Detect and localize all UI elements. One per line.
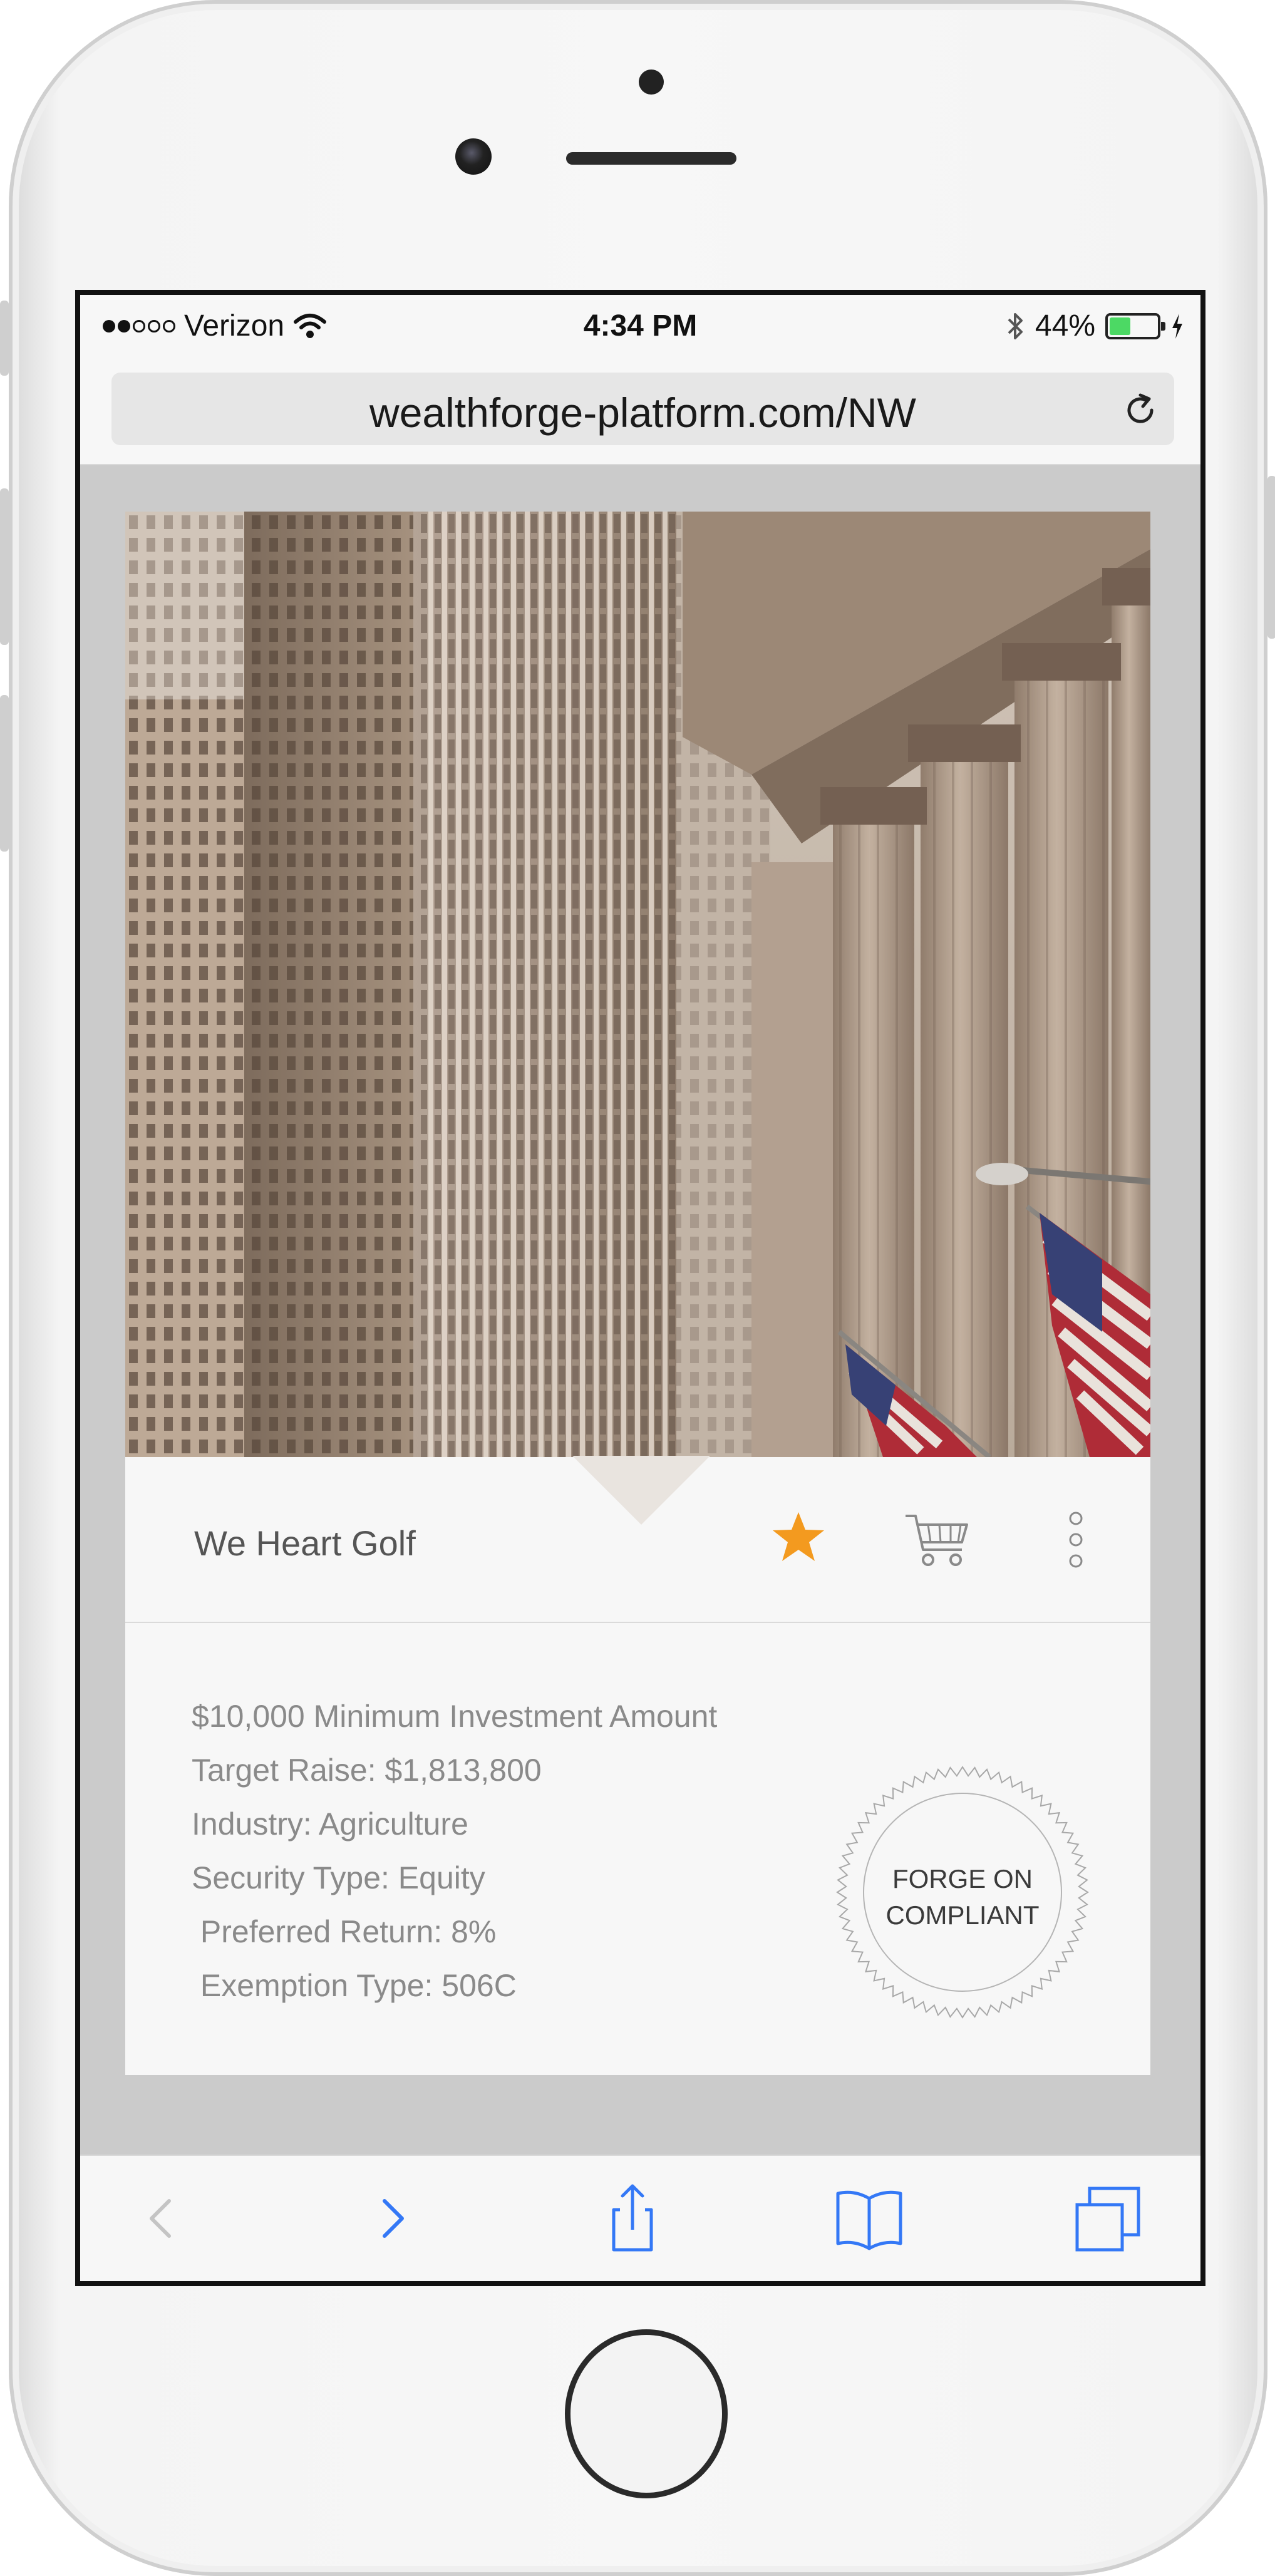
seal-text: FORGE ON COMPLIANT: [831, 1861, 1094, 1934]
bookmarks-icon[interactable]: [832, 2181, 907, 2256]
detail-industry: Industry: Agriculture: [192, 1806, 468, 1842]
url-text[interactable]: wealthforge-platform.com/NW: [111, 389, 1174, 436]
address-bar-area: wealthforge-platform.com/NW: [80, 364, 1200, 465]
detail-security-type: Security Type: Equity: [192, 1860, 485, 1895]
share-icon[interactable]: [595, 2181, 670, 2256]
charging-icon: [1172, 313, 1182, 339]
battery-icon: [1105, 312, 1165, 339]
seal-line-1: FORGE ON: [892, 1864, 1033, 1893]
more-options-icon[interactable]: [1065, 1510, 1087, 1570]
volume-down-button: [0, 695, 9, 852]
offering-details: $10,000 Minimum Investment Amount Target…: [125, 1623, 1150, 2075]
battery-percent: 44%: [1035, 309, 1095, 343]
cart-icon[interactable]: [903, 1510, 972, 1570]
detail-preferred-return: Preferred Return: 8%: [192, 1914, 497, 1949]
status-bar: Verizon 4:34 PM 44%: [80, 295, 1200, 364]
mute-switch: [0, 301, 9, 376]
detail-target-raise: Target Raise: $1,813,800: [192, 1753, 542, 1788]
hero-image-wall-street: [125, 512, 1150, 1457]
offering-card[interactable]: We Heart Golf $10,000 Minimum Investment…: [125, 512, 1150, 2075]
proximity-sensor: [639, 70, 664, 95]
detail-min-investment: $10,000 Minimum Investment Amount: [192, 1699, 718, 1734]
battery-level: [1110, 317, 1130, 335]
tabs-icon[interactable]: [1071, 2181, 1146, 2256]
status-right: 44%: [1006, 309, 1184, 343]
image-pointer-notch: [572, 1456, 710, 1525]
browser-toolbar: [80, 2155, 1200, 2281]
detail-exemption-type: Exemption Type: 506C: [192, 1968, 517, 2003]
volume-up-button: [0, 488, 9, 645]
address-bar[interactable]: wealthforge-platform.com/NW: [111, 373, 1174, 445]
seal-line-2: COMPLIANT: [885, 1900, 1040, 1930]
earpiece-speaker: [566, 152, 736, 165]
compliance-seal: FORGE ON COMPLIANT: [831, 1761, 1094, 2024]
offering-title[interactable]: We Heart Golf: [194, 1523, 416, 1564]
bluetooth-icon: [1008, 312, 1023, 339]
browser-viewport: Verizon 4:34 PM 44% wealthforge-platform…: [80, 295, 1200, 2281]
front-camera: [455, 138, 492, 175]
forward-icon[interactable]: [354, 2181, 430, 2256]
favorite-star-icon[interactable]: [770, 1508, 827, 1565]
phone-screen: Verizon 4:34 PM 44% wealthforge-platform…: [75, 290, 1205, 2286]
power-button: [1267, 476, 1275, 639]
back-icon[interactable]: [124, 2181, 199, 2256]
home-button[interactable]: [565, 2329, 728, 2498]
reload-icon[interactable]: [1120, 390, 1160, 430]
